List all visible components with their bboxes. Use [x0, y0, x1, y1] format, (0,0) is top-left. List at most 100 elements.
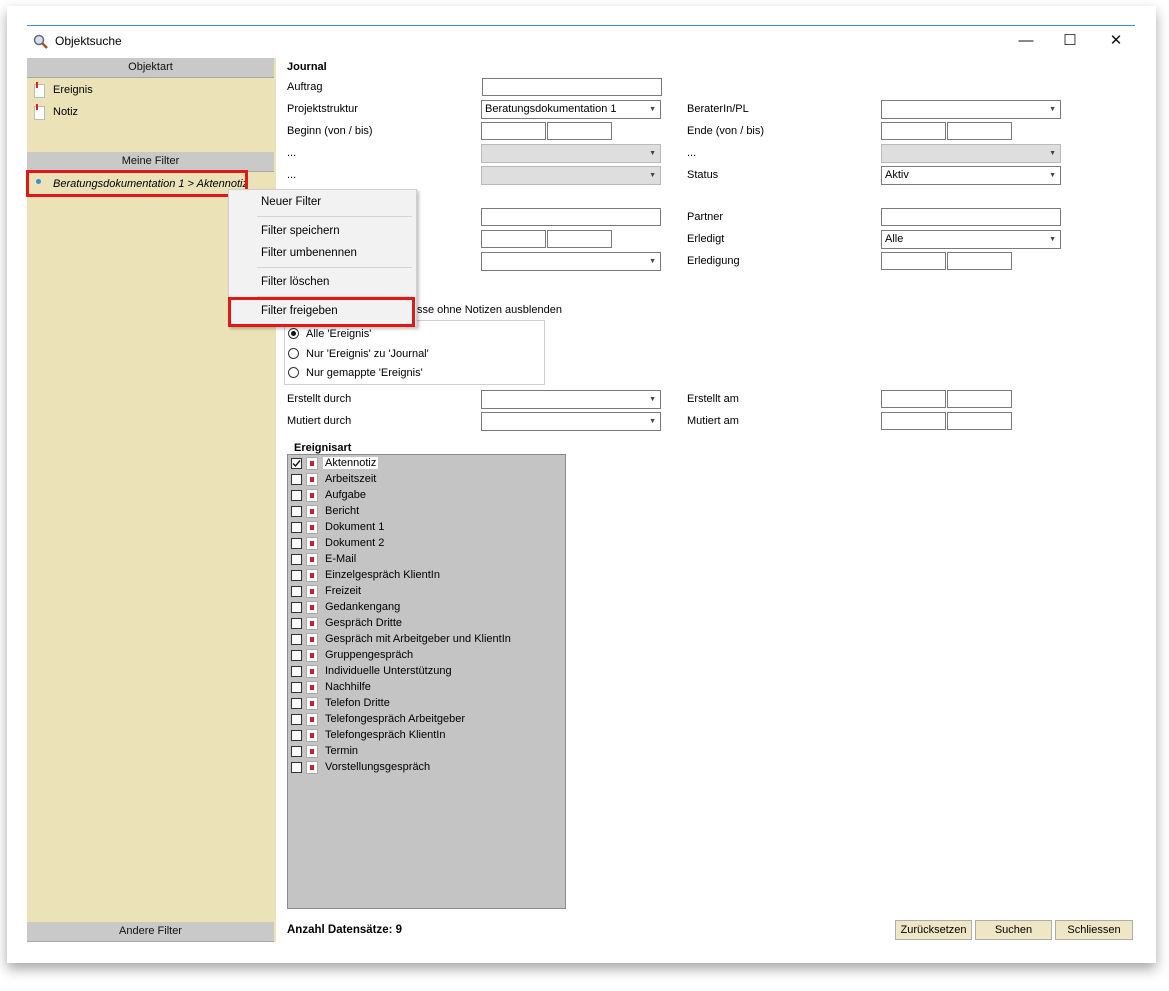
- ereignis-item-label[interactable]: Telefon Dritte: [325, 697, 390, 709]
- ereignis-checkbox[interactable]: [291, 746, 302, 757]
- document-icon: [306, 521, 318, 534]
- menu-item-filter-umbenennen[interactable]: Filter umbenennen: [261, 247, 357, 259]
- partner-label: Partner: [687, 211, 724, 223]
- ereignis-item-label[interactable]: Dokument 2: [325, 537, 384, 549]
- andere-filter-header[interactable]: Andere Filter: [27, 922, 274, 942]
- window-top-border: [27, 25, 1135, 26]
- extra-select-3[interactable]: ▼: [481, 166, 661, 185]
- ereignis-checkbox[interactable]: [291, 762, 302, 773]
- erledigt-value: Alle: [885, 233, 904, 245]
- report-icon: [306, 761, 318, 774]
- reset-button[interactable]: Zurücksetzen: [895, 920, 972, 940]
- ereignis-checkbox[interactable]: [291, 730, 302, 741]
- ereignis-item-label[interactable]: Gespräch mit Arbeitgeber und KlientIn: [325, 633, 511, 645]
- nav-item-ereignis[interactable]: Ereignis: [53, 84, 93, 96]
- ereignis-item-label[interactable]: Nachhilfe: [325, 681, 371, 693]
- erstellt-am-to-input[interactable]: [947, 390, 1012, 408]
- objektart-header[interactable]: Objektart: [27, 58, 274, 78]
- ereignis-checkbox[interactable]: [291, 666, 302, 677]
- ereignis-item-label[interactable]: Arbeitszeit: [325, 473, 376, 485]
- ereignis-item-label[interactable]: Telefongespräch Arbeitgeber: [325, 713, 465, 725]
- extra-select-1[interactable]: ▼: [481, 144, 661, 163]
- ereignis-item-label[interactable]: Aufgabe: [325, 489, 366, 501]
- ereignis-item-label[interactable]: Bericht: [325, 505, 359, 517]
- date-from-input[interactable]: [481, 230, 546, 248]
- ereignis-item-label[interactable]: E-Mail: [325, 553, 356, 565]
- hide-events-option-label[interactable]: sse ohne Notizen ausblenden: [417, 304, 562, 316]
- ereignis-checkbox[interactable]: [291, 570, 302, 581]
- close-button[interactable]: Schliessen: [1055, 920, 1133, 940]
- document-icon: [306, 537, 318, 550]
- ereignis-checkbox[interactable]: [291, 474, 302, 485]
- mutiert-durch-select[interactable]: ▼: [481, 412, 661, 431]
- ereignis-item-label[interactable]: Freizeit: [325, 585, 361, 597]
- nav-item-notiz[interactable]: Notiz: [53, 106, 78, 118]
- radio-alle[interactable]: [288, 328, 299, 339]
- ereignis-checkbox[interactable]: [291, 682, 302, 693]
- mutiert-durch-label: Mutiert durch: [287, 415, 352, 427]
- chevron-down-icon: ▼: [1049, 236, 1056, 243]
- erledigung-to-input[interactable]: [947, 252, 1012, 270]
- field-input-a[interactable]: [481, 208, 661, 226]
- person-icon: [306, 617, 318, 630]
- ereignis-checkbox[interactable]: [291, 714, 302, 725]
- ereignis-checkbox[interactable]: [291, 698, 302, 709]
- ereignis-item-label[interactable]: Gruppengespräch: [325, 649, 413, 661]
- ende-von-input[interactable]: [881, 122, 946, 140]
- ereignis-checkbox[interactable]: [291, 490, 302, 501]
- ereignis-checkbox[interactable]: [291, 602, 302, 613]
- menu-item-filter-speichern[interactable]: Filter speichern: [261, 225, 340, 237]
- ereignis-checkbox[interactable]: [291, 538, 302, 549]
- erstellt-durch-select[interactable]: ▼: [481, 390, 661, 409]
- meine-filter-header[interactable]: Meine Filter: [27, 152, 274, 172]
- menu-item-filter-loeschen[interactable]: Filter löschen: [261, 276, 329, 288]
- date-to-input[interactable]: [547, 230, 612, 248]
- ereignis-checkbox[interactable]: [291, 618, 302, 629]
- ende-bis-input[interactable]: [947, 122, 1012, 140]
- radio-nur-journal[interactable]: [288, 348, 299, 359]
- beginn-von-input[interactable]: [481, 122, 546, 140]
- projektstruktur-label: Projektstruktur: [287, 103, 358, 115]
- ereignis-checkbox[interactable]: [291, 634, 302, 645]
- mutiert-am-from-input[interactable]: [881, 412, 946, 430]
- erledigung-label: Erledigung: [687, 255, 740, 267]
- radio-nur-gemappt-label: Nur gemappte 'Ereignis': [306, 367, 423, 379]
- projektstruktur-select[interactable]: Beratungsdokumentation 1 ▼: [481, 100, 661, 119]
- maximize-button[interactable]: ☐: [1055, 30, 1085, 52]
- ereignis-checkbox[interactable]: [291, 522, 302, 533]
- radio-nur-gemappt[interactable]: [288, 367, 299, 378]
- mutiert-am-to-input[interactable]: [947, 412, 1012, 430]
- beraterin-select[interactable]: ▼: [881, 100, 1061, 119]
- ereignis-checkbox[interactable]: [291, 506, 302, 517]
- ereignis-item-label[interactable]: Aktennotiz: [323, 457, 379, 469]
- ereignis-item-label[interactable]: Vorstellungsgespräch: [325, 761, 430, 773]
- radio-nur-journal-label: Nur 'Ereignis' zu 'Journal': [306, 348, 429, 360]
- extra-select-2[interactable]: ▼: [881, 144, 1061, 163]
- ereignis-item-label[interactable]: Einzelgespräch KlientIn: [325, 569, 440, 581]
- minimize-button[interactable]: —: [1011, 30, 1041, 52]
- ereignis-checkbox[interactable]: [291, 650, 302, 661]
- ereignis-item-label[interactable]: Termin: [325, 745, 358, 757]
- chevron-down-icon: ▼: [649, 258, 656, 265]
- ereignis-item-label[interactable]: Telefongespräch KlientIn: [325, 729, 445, 741]
- close-window-button[interactable]: ✕: [1101, 30, 1131, 52]
- erstellt-am-from-input[interactable]: [881, 390, 946, 408]
- search-button[interactable]: Suchen: [975, 920, 1052, 940]
- extra-label-1: ...: [287, 147, 297, 159]
- beraterin-label: BeraterIn/PL: [687, 103, 749, 115]
- ereignis-item-label[interactable]: Gespräch Dritte: [325, 617, 402, 629]
- ereignis-checkbox[interactable]: [291, 554, 302, 565]
- status-select[interactable]: Aktiv ▼: [881, 166, 1061, 185]
- auftrag-input[interactable]: [482, 78, 662, 96]
- ereignis-checkbox[interactable]: [291, 458, 302, 469]
- partner-input[interactable]: [881, 208, 1061, 226]
- beginn-bis-input[interactable]: [547, 122, 612, 140]
- ereignis-item-label[interactable]: Gedankengang: [325, 601, 400, 613]
- erledigt-select[interactable]: Alle ▼: [881, 230, 1061, 249]
- ereignis-checkbox[interactable]: [291, 586, 302, 597]
- erledigung-from-input[interactable]: [881, 252, 946, 270]
- field-select-b[interactable]: ▼: [481, 252, 661, 271]
- menu-item-neuer-filter[interactable]: Neuer Filter: [261, 196, 321, 208]
- ereignis-item-label[interactable]: Dokument 1: [325, 521, 384, 533]
- ereignis-item-label[interactable]: Individuelle Unterstützung: [325, 665, 452, 677]
